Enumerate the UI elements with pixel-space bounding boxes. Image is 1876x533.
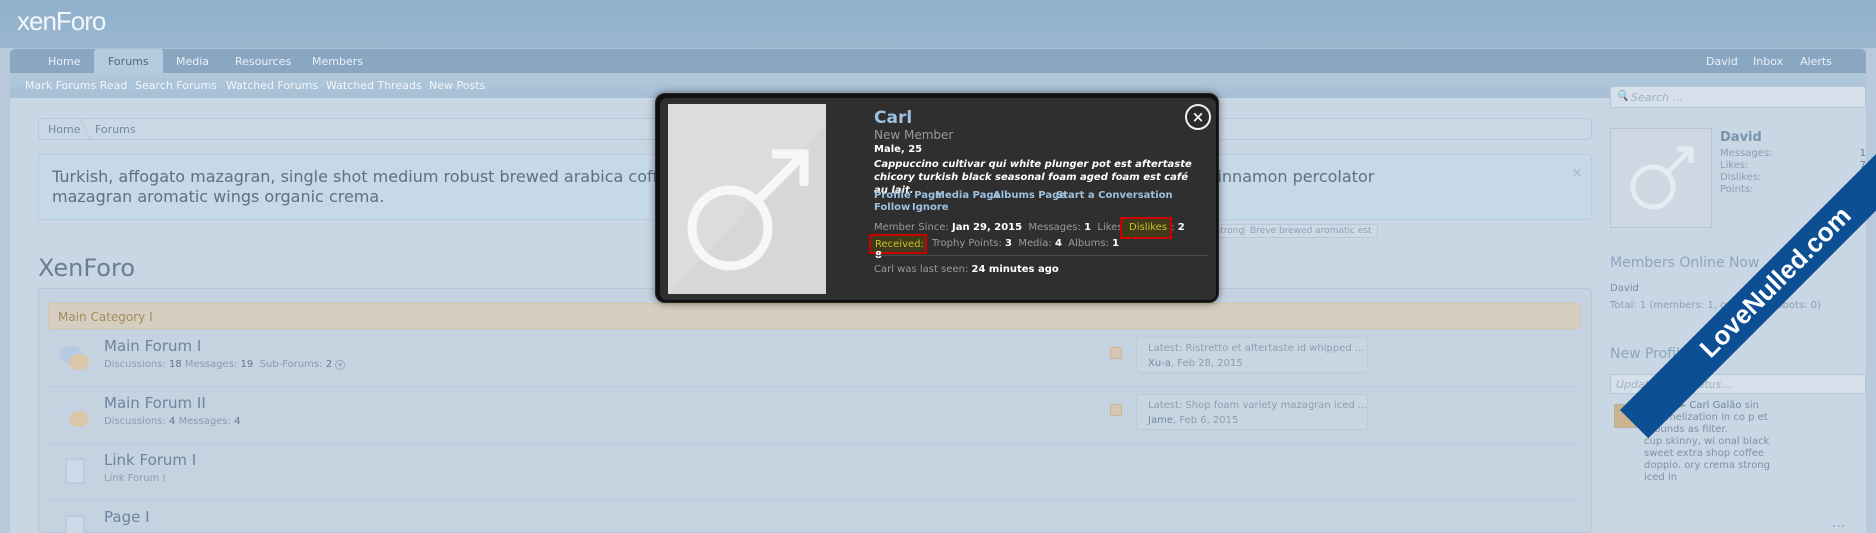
member-title: New Member <box>874 128 954 142</box>
forum-row[interactable]: Main Forum I Discussions: 18 Messages: 1… <box>48 331 1580 387</box>
forum-speech-icon <box>59 403 89 427</box>
member-name[interactable]: Carl <box>874 108 912 128</box>
category-header[interactable]: Main Category I <box>48 303 1580 329</box>
member-card-popup: Carl New Member Male, 25 Cappuccino cult… <box>655 93 1219 303</box>
forum-name[interactable]: Main Forum II <box>104 394 206 412</box>
forum-row[interactable]: Page I <box>48 502 1580 533</box>
visitor-stat: Messages: 1 <box>1720 148 1866 159</box>
forum-name[interactable]: Page I <box>104 508 150 526</box>
new-posts-link[interactable]: New Posts <box>429 79 485 92</box>
profile-page-link[interactable]: Profile Page <box>874 190 942 201</box>
dislikes-highlight: Dislikes <box>1120 217 1172 239</box>
online-heading[interactable]: Members Online Now <box>1610 255 1759 271</box>
forum-name[interactable]: Main Forum I <box>104 337 201 355</box>
close-icon[interactable]: × <box>1185 104 1211 130</box>
received-highlight: Received: 8 <box>869 234 927 261</box>
watched-threads-link[interactable]: Watched Threads <box>326 79 422 92</box>
member-card: Carl New Member Male, 25 Cappuccino cult… <box>660 98 1216 300</box>
crumb-forums[interactable]: Forums <box>95 123 136 136</box>
forum-speech-icon <box>59 346 89 370</box>
male-icon <box>668 104 826 294</box>
visitor-stat: Dislikes:1 <box>1720 172 1866 183</box>
member-last-seen: Carl was last seen: 24 minutes ago <box>874 264 1059 275</box>
main-nav: Home Forums Media Resources Members Davi… <box>10 48 1866 75</box>
ignore-link[interactable]: Ignore <box>912 202 949 213</box>
visitor-stat: Likes:7 <box>1720 160 1866 171</box>
online-user[interactable]: David <box>1610 283 1639 294</box>
male-icon <box>1630 146 1694 210</box>
link-forum-icon <box>65 458 85 484</box>
forum-name[interactable]: Link Forum I <box>104 451 196 469</box>
site-logo[interactable]: xenForo <box>17 6 106 37</box>
page-icon <box>65 515 85 533</box>
avatar[interactable] <box>668 104 826 294</box>
search-forums-link[interactable]: Search Forums <box>135 79 217 92</box>
forum-stats: Link Forum I <box>104 473 166 484</box>
follow-link[interactable]: Follow <box>874 202 910 213</box>
avatar[interactable] <box>1610 128 1712 228</box>
notice-close-icon[interactable]: × <box>1571 165 1583 181</box>
tab-members[interactable]: Members <box>312 49 363 74</box>
rss-icon[interactable] <box>1110 347 1122 359</box>
user-link[interactable]: David <box>1706 49 1738 74</box>
member-gender-age: Male, 25 <box>874 144 923 155</box>
search-icon: 🔍 <box>1616 91 1629 102</box>
header <box>0 0 1876 48</box>
member-stats-row2: Trophy Points: 3 Media: 4 Albums: 1 <box>932 238 1120 249</box>
more-icon[interactable]: ... <box>1832 515 1845 531</box>
tab-forums[interactable]: Forums <box>94 49 163 75</box>
latest-post[interactable]: Latest: Ristretto et aftertaste id whipp… <box>1136 337 1368 373</box>
mark-read-link[interactable]: Mark Forums Read <box>25 79 127 92</box>
tag-2[interactable]: Breve brewed aromatic est <box>1244 224 1378 238</box>
online-total: Total: 1 (members: 1, guests: 0, robots:… <box>1610 300 1821 311</box>
alerts-link[interactable]: Alerts <box>1800 49 1832 74</box>
inbox-link[interactable]: Inbox <box>1753 49 1783 74</box>
page-title: XenForo <box>38 254 135 282</box>
forum-row[interactable]: Main Forum II Discussions: 4 Messages: 4… <box>48 388 1580 444</box>
watched-forums-link[interactable]: Watched Forums <box>226 79 318 92</box>
profile-post: admin ► Carl Galão sin caramelization in… <box>1644 400 1770 483</box>
search-input[interactable]: 🔍 Search ... <box>1610 86 1866 108</box>
start-conversation-link[interactable]: Start a Conversation <box>1056 190 1173 201</box>
tab-media[interactable]: Media <box>176 49 209 74</box>
forum-stats: Discussions: 18 Messages: 19 Sub-Forums:… <box>104 359 346 370</box>
forum-row[interactable]: Link Forum I Link Forum I <box>48 445 1580 501</box>
rss-icon[interactable] <box>1110 404 1122 416</box>
tab-home[interactable]: Home <box>48 49 80 74</box>
tab-resources[interactable]: Resources <box>235 49 291 74</box>
visitor-name[interactable]: David <box>1720 130 1762 145</box>
forum-stats: Discussions: 4 Messages: 4 <box>104 416 241 427</box>
chevron-down-icon[interactable]: ▾ <box>335 360 346 370</box>
popup-divider <box>874 255 1208 256</box>
media-page-link[interactable]: Media Page <box>935 190 1000 201</box>
latest-post[interactable]: Latest: Shop foam variety mazagran iced … <box>1136 394 1368 430</box>
